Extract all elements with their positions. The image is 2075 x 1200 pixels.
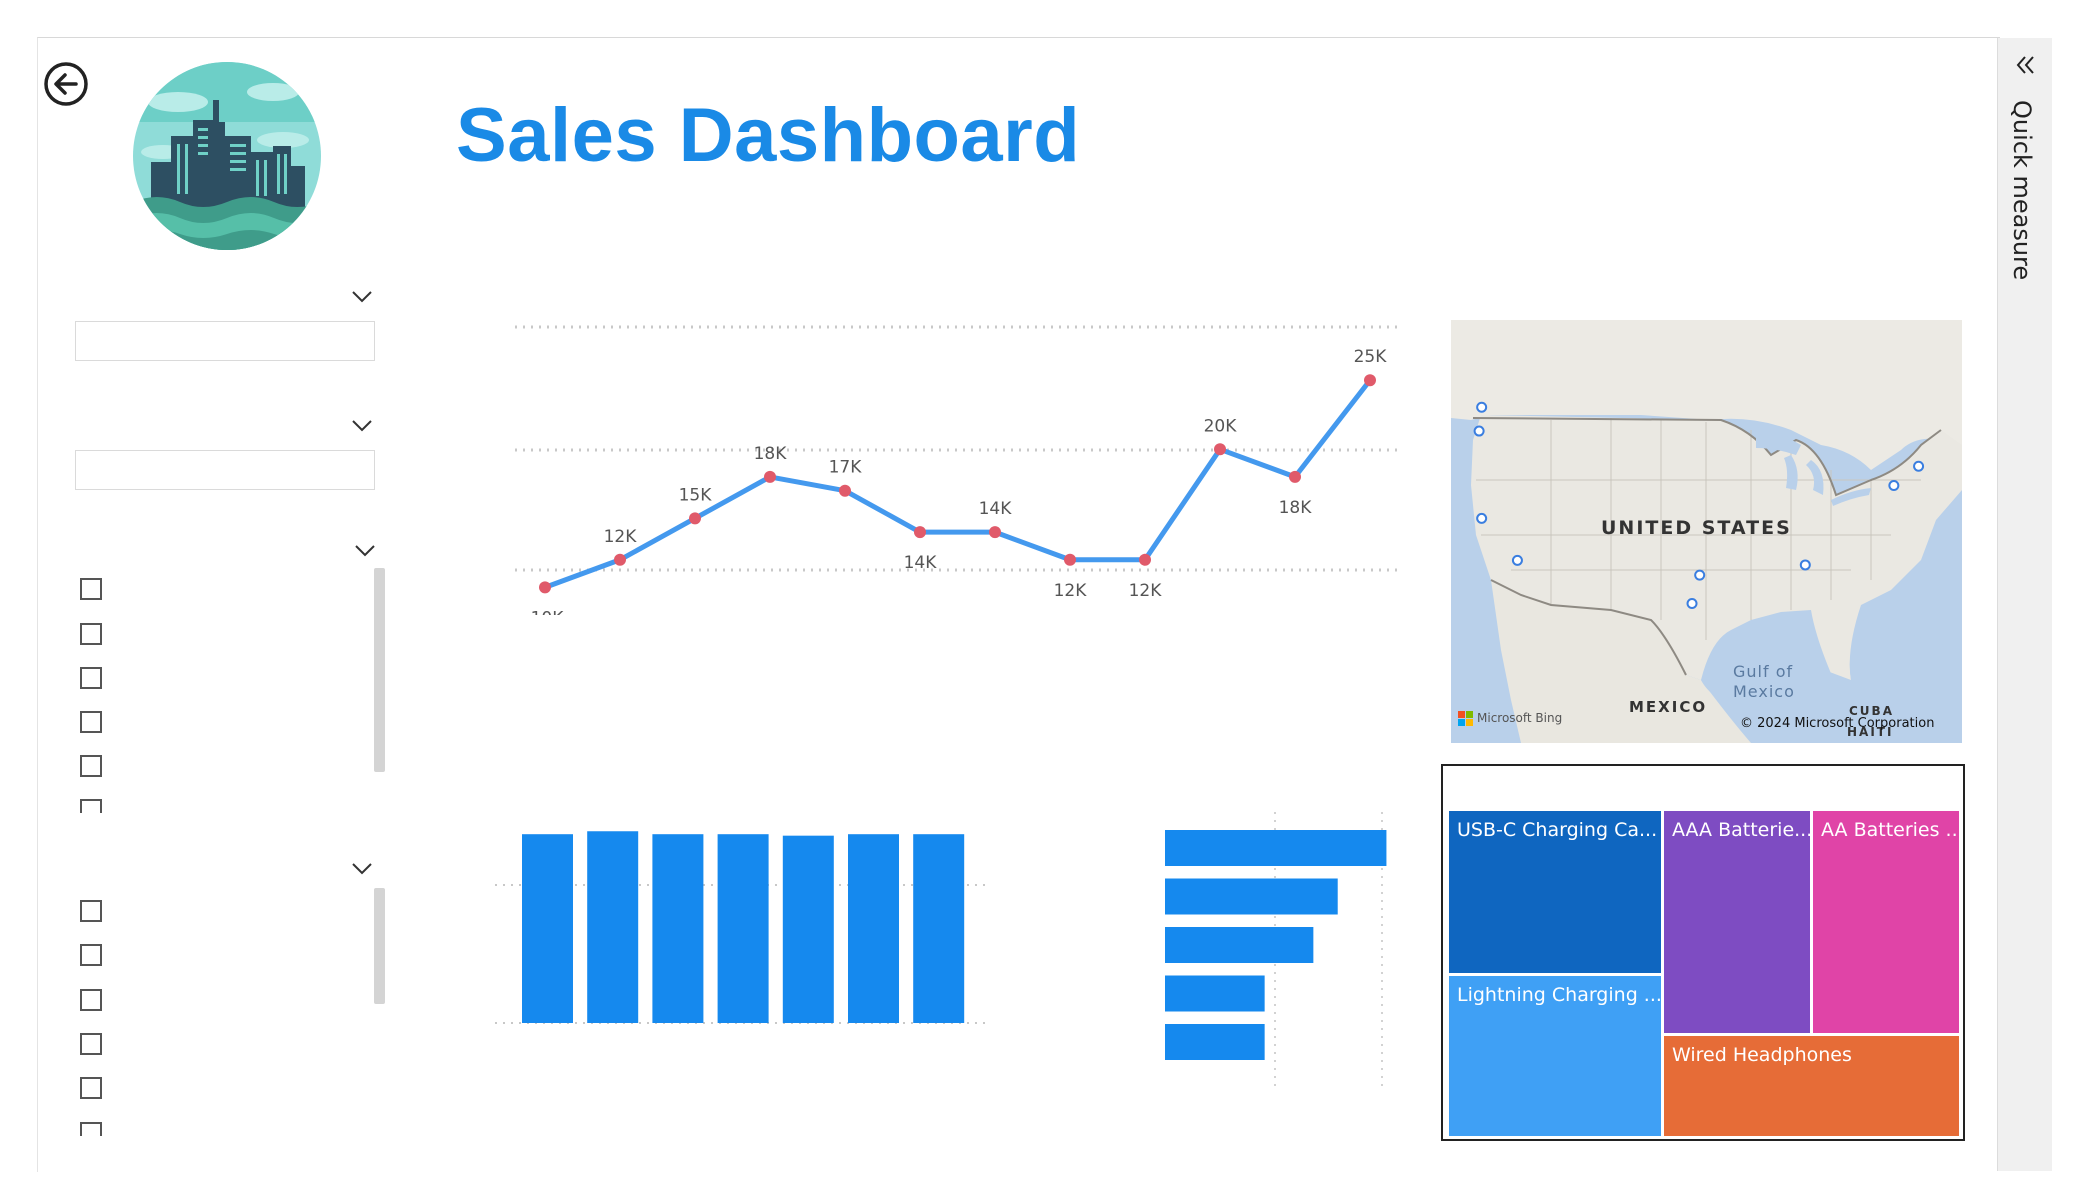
chevron-down-icon[interactable] bbox=[351, 418, 373, 432]
slicer-checkbox[interactable] bbox=[80, 1033, 102, 1055]
tile-label: Lightning Charging ... bbox=[1457, 984, 1661, 1006]
data-point bbox=[914, 526, 926, 539]
bar-chart[interactable] bbox=[1150, 812, 1402, 1090]
data-point bbox=[1289, 470, 1301, 483]
column-bar bbox=[652, 834, 704, 1023]
data-point bbox=[764, 470, 776, 483]
data-label: 17K bbox=[829, 458, 863, 478]
slicer-checkbox[interactable] bbox=[80, 755, 102, 777]
horizontal-bar bbox=[1165, 1024, 1265, 1060]
column-bar bbox=[717, 834, 769, 1023]
slicer-checkbox[interactable] bbox=[80, 900, 102, 922]
map-point bbox=[1473, 425, 1485, 437]
tile-label: Wired Headphones bbox=[1672, 1044, 1852, 1066]
tile-label: USB-C Charging Ca... bbox=[1457, 819, 1658, 841]
double-chevron-left-icon[interactable] bbox=[2012, 52, 2038, 78]
data-label: 20K bbox=[1204, 416, 1238, 436]
horizontal-bar bbox=[1165, 878, 1338, 915]
map-point bbox=[1799, 559, 1811, 571]
column-bar bbox=[587, 831, 639, 1023]
horizontal-bar bbox=[1165, 830, 1387, 866]
column-chart[interactable] bbox=[490, 815, 995, 1085]
data-label: 12K bbox=[604, 527, 638, 547]
data-point bbox=[1139, 553, 1151, 566]
column-bar bbox=[848, 834, 899, 1023]
horizontal-bar bbox=[1165, 927, 1314, 963]
data-point bbox=[614, 553, 626, 566]
data-label: 18K bbox=[754, 444, 788, 464]
treemap-tile[interactable]: Wired Headphones bbox=[1664, 1036, 1959, 1136]
map-point bbox=[1511, 554, 1523, 566]
map-point bbox=[1888, 480, 1900, 492]
data-point bbox=[689, 512, 701, 525]
slicer-checkbox[interactable] bbox=[80, 1122, 102, 1136]
treemap-title: Top 5 Products by Sales bbox=[1564, 770, 1842, 797]
slicer-scrollbar[interactable] bbox=[374, 568, 385, 772]
map-point bbox=[1476, 512, 1488, 524]
chevron-down-icon[interactable] bbox=[354, 543, 376, 557]
slicer-checkbox[interactable] bbox=[80, 944, 102, 966]
slicer-checkbox[interactable] bbox=[80, 1077, 102, 1099]
data-label: 10K bbox=[531, 608, 565, 615]
column-bar bbox=[522, 834, 573, 1023]
back-arrow-icon[interactable] bbox=[42, 60, 90, 108]
sales-line-chart[interactable]: 10K 12K 15K 18K 17K 14K 14K 12K 12K 20K 18K 25K bbox=[505, 315, 1410, 615]
city-skyline-logo bbox=[133, 62, 321, 250]
horizontal-bar bbox=[1165, 975, 1265, 1012]
quick-measure-label: Quick measure bbox=[2008, 100, 2036, 281]
data-label: 25K bbox=[1354, 347, 1388, 367]
map-point bbox=[1913, 460, 1925, 472]
tile-label: AAA Batterie... bbox=[1672, 819, 1810, 841]
chevron-down-icon[interactable] bbox=[351, 861, 373, 875]
tile-label: AA Batteries ... bbox=[1821, 819, 1959, 841]
sales-map[interactable]: UNITED STATES Gulf of Mexico MEXICO CUBA… bbox=[1451, 320, 1962, 743]
data-point bbox=[989, 526, 1001, 539]
map-point bbox=[1694, 569, 1706, 581]
data-point bbox=[539, 581, 551, 594]
page-title: Sales Dashboard bbox=[456, 93, 1081, 178]
treemap-chart[interactable]: Top 5 Products by Sales USB-C Charging C… bbox=[1441, 764, 1965, 1141]
slicer-checkbox[interactable] bbox=[80, 799, 102, 813]
column-bar bbox=[913, 834, 965, 1023]
treemap-tile[interactable]: AA Batteries ... bbox=[1813, 811, 1959, 1033]
slicer-dropdown[interactable] bbox=[75, 321, 375, 361]
data-point bbox=[1064, 553, 1076, 566]
map-point bbox=[1686, 598, 1698, 610]
treemap-tile[interactable]: Lightning Charging ... bbox=[1449, 976, 1661, 1136]
slicer-scrollbar[interactable] bbox=[374, 888, 385, 1004]
slicer-checkbox[interactable] bbox=[80, 989, 102, 1011]
data-label: 12K bbox=[1054, 581, 1088, 601]
map-points bbox=[1473, 401, 1925, 610]
map-point bbox=[1476, 401, 1488, 413]
data-label: 14K bbox=[979, 499, 1013, 519]
data-label: 14K bbox=[904, 553, 938, 573]
slicer-checkbox[interactable] bbox=[80, 623, 102, 645]
data-label: 18K bbox=[1279, 498, 1313, 518]
chevron-down-icon[interactable] bbox=[351, 289, 373, 303]
series-line bbox=[544, 378, 1372, 590]
column-bar bbox=[782, 835, 834, 1023]
slicer-checkbox[interactable] bbox=[80, 711, 102, 733]
treemap-tile[interactable]: USB-C Charging Ca... bbox=[1449, 811, 1661, 973]
data-point bbox=[1364, 374, 1376, 387]
data-label: 12K bbox=[1129, 581, 1163, 601]
slicer-dropdown[interactable] bbox=[75, 450, 375, 490]
treemap-tile[interactable]: AAA Batterie... bbox=[1664, 811, 1810, 1033]
slicer-checkbox[interactable] bbox=[80, 578, 102, 600]
quick-measure-pane[interactable]: Quick measure bbox=[1997, 38, 2052, 1171]
slicer-checkbox[interactable] bbox=[80, 667, 102, 689]
data-point bbox=[839, 484, 851, 497]
data-point bbox=[1214, 443, 1226, 456]
data-label: 15K bbox=[679, 485, 713, 505]
